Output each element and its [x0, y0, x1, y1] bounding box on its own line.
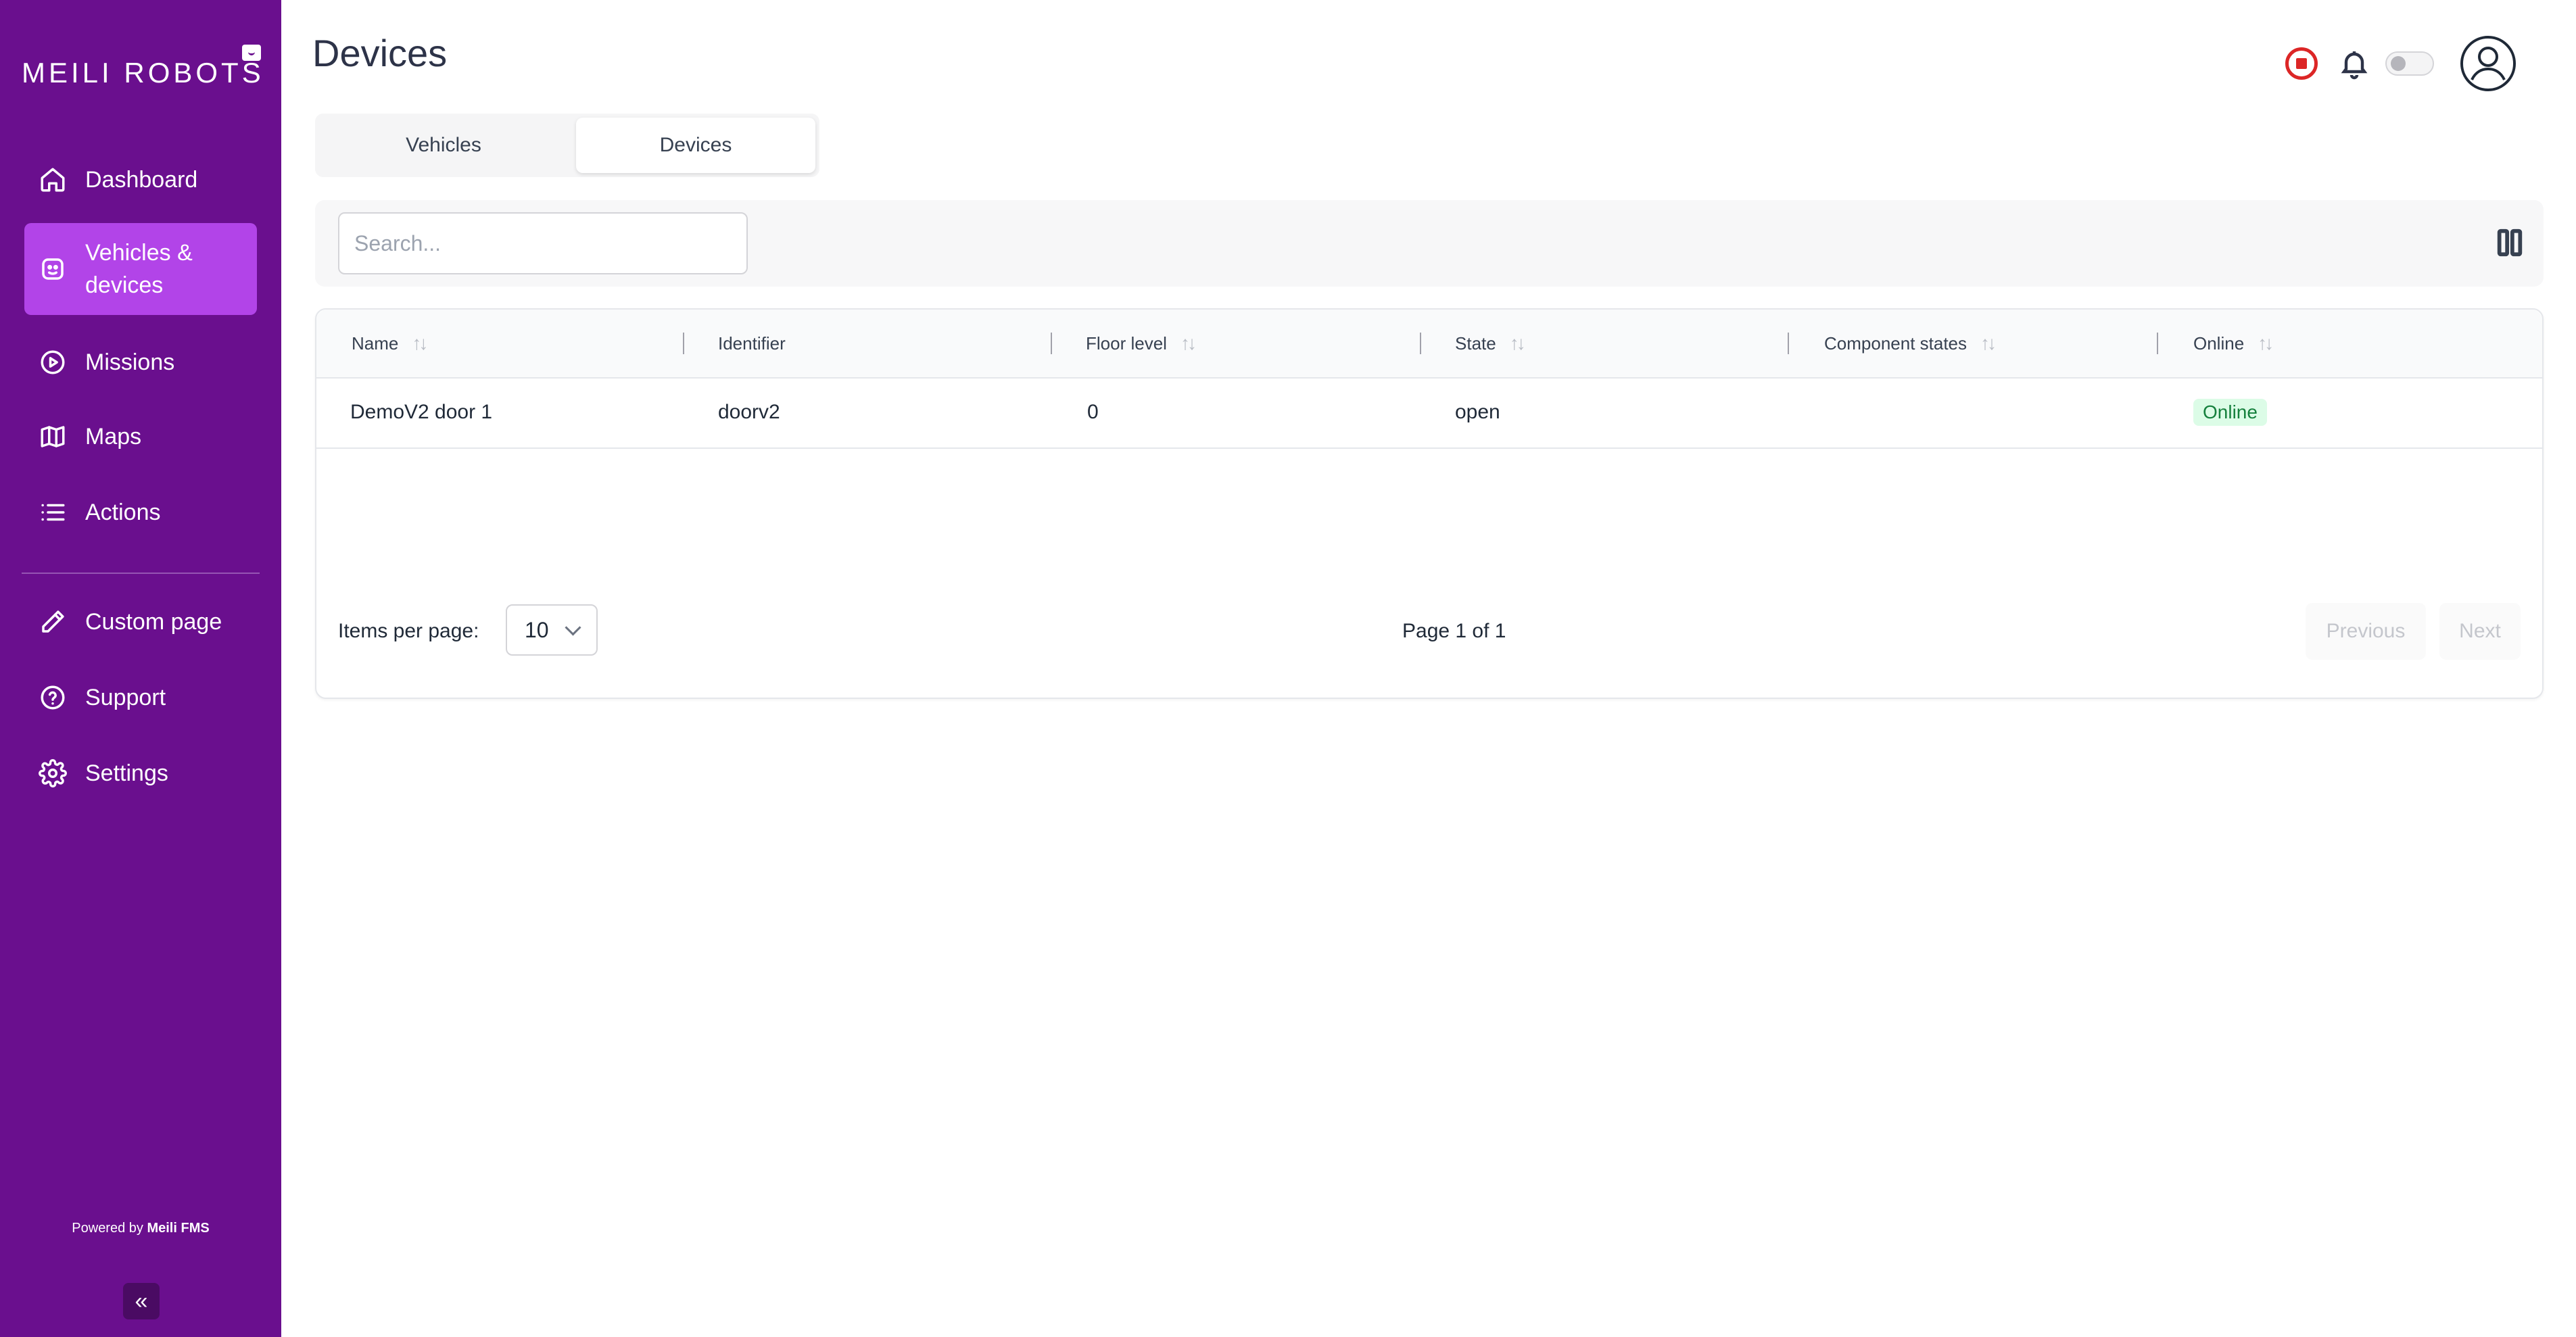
tab-devices[interactable]: Devices [576, 118, 815, 173]
sidebar-item-actions[interactable]: Actions [24, 491, 257, 534]
sidebar-item-custom-page[interactable]: Custom page [24, 600, 257, 643]
powered-by-brand: Meili FMS [147, 1221, 210, 1236]
column-label: Identifier [718, 333, 786, 354]
sidebar-item-label: Vehicles & devices [85, 240, 193, 298]
header-actions [2285, 35, 2517, 92]
sidebar-item-vehicles-devices[interactable]: Vehicles & devices [24, 223, 257, 315]
column-label: Online [2193, 333, 2245, 354]
column-divider[interactable] [2157, 333, 2158, 354]
column-label: Floor level [1086, 333, 1167, 354]
sidebar-divider [22, 573, 260, 574]
cell-online: Online [2193, 377, 2267, 447]
pencil-icon [38, 607, 68, 637]
sidebar-item-maps[interactable]: Maps [24, 415, 257, 458]
sidebar-item-label: Support [85, 684, 166, 710]
columns-toggle-icon[interactable] [2496, 227, 2523, 258]
chevron-down-icon [565, 618, 581, 636]
column-divider[interactable] [1051, 333, 1052, 354]
logo-chat-icon [242, 45, 261, 61]
cell-state: open [1455, 401, 1500, 423]
previous-page-button[interactable]: Previous [2306, 603, 2426, 660]
column-label: State [1455, 333, 1496, 354]
sidebar-item-settings[interactable]: Settings [24, 752, 257, 795]
sidebar-item-label: Missions [85, 349, 175, 375]
column-label: Name [352, 333, 399, 354]
tab-vehicles[interactable]: Vehicles [319, 118, 568, 173]
devices-table: Name ↑↓ Identifier Floor level ↑↓ State ↑↓ … [315, 308, 2544, 699]
play-circle-icon [38, 347, 68, 377]
cell-name: DemoV2 door 1 [350, 401, 493, 423]
sidebar-item-missions[interactable]: Missions [24, 341, 257, 384]
column-divider[interactable] [1788, 333, 1789, 354]
column-header-floor-level[interactable]: Floor level ↑↓ [1086, 310, 1197, 377]
column-label: Component states [1824, 333, 1967, 354]
items-per-page-label: Items per page: [338, 620, 479, 642]
next-page-button[interactable]: Next [2439, 603, 2521, 660]
table-row[interactable]: DemoV2 door 1 doorv2 0 open Online [316, 377, 2542, 449]
column-header-identifier: Identifier [718, 310, 786, 377]
user-avatar-icon[interactable] [2460, 35, 2517, 92]
column-header-state[interactable]: State ↑↓ [1455, 310, 1526, 377]
double-chevron-left-icon: « [135, 1288, 148, 1314]
powered-by-text: Powered by Meili FMS [0, 1221, 281, 1236]
table-toolbar [315, 200, 2544, 287]
collapse-sidebar-button[interactable]: « [123, 1283, 160, 1319]
sort-icon[interactable]: ↑↓ [1980, 333, 1997, 354]
sidebar-item-label: Actions [85, 499, 161, 525]
help-circle-icon [38, 683, 68, 712]
pagination: Items per page: 10 Page 1 of 1 Previous … [316, 603, 2542, 660]
emergency-stop-icon[interactable] [2285, 47, 2318, 80]
column-header-online[interactable]: Online ↑↓ [2193, 310, 2274, 377]
sort-icon[interactable]: ↑↓ [1180, 333, 1197, 354]
home-icon [38, 165, 68, 195]
robot-icon [38, 254, 68, 284]
search-input[interactable] [338, 212, 748, 274]
view-tabs: Vehicles Devices [315, 114, 819, 177]
column-divider[interactable] [1420, 333, 1421, 354]
sidebar-item-label: Dashboard [85, 166, 198, 193]
page-info: Page 1 of 1 [1402, 620, 1506, 642]
brand-logo[interactable]: MEILI ROBOTS [22, 57, 264, 89]
map-icon [38, 422, 68, 452]
sidebar-item-support[interactable]: Support [24, 676, 257, 719]
sidebar-item-label: Custom page [85, 608, 222, 635]
sort-icon[interactable]: ↑↓ [1510, 333, 1526, 354]
sidebar-item-label: Maps [85, 423, 142, 449]
items-per-page-value: 10 [525, 617, 549, 642]
sidebar: MEILI ROBOTS Dashboard Vehicles & device… [0, 0, 281, 1337]
bell-icon[interactable] [2338, 47, 2370, 80]
sort-icon[interactable]: ↑↓ [412, 333, 428, 354]
table-header: Name ↑↓ Identifier Floor level ↑↓ State ↑↓ … [316, 310, 2542, 379]
list-icon [38, 497, 68, 527]
cell-floor-level: 0 [1087, 401, 1099, 423]
powered-by-prefix: Powered by [72, 1221, 143, 1236]
online-status-badge: Online [2193, 399, 2267, 426]
gear-icon [38, 758, 68, 788]
column-header-name[interactable]: Name ↑↓ [352, 310, 428, 377]
column-divider[interactable] [683, 333, 684, 354]
items-per-page-select[interactable]: 10 [506, 604, 598, 656]
sort-icon[interactable]: ↑↓ [2258, 333, 2274, 354]
theme-toggle[interactable] [2385, 51, 2434, 76]
sidebar-item-dashboard[interactable]: Dashboard [24, 158, 257, 201]
column-header-component-states[interactable]: Component states ↑↓ [1824, 310, 1997, 377]
cell-identifier: doorv2 [718, 401, 780, 423]
sidebar-item-label: Settings [85, 760, 168, 786]
page-title: Devices [312, 32, 448, 74]
